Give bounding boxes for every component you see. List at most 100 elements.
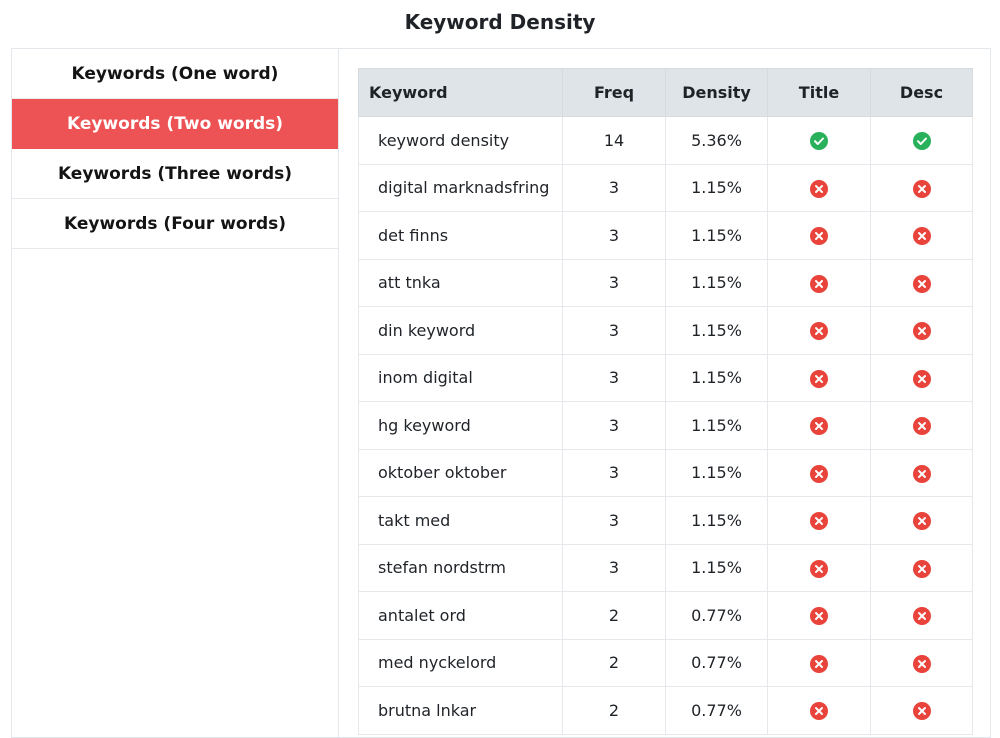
x-circle-icon — [810, 607, 828, 625]
density-cell: 5.36% — [665, 116, 768, 165]
density-cell: 1.15% — [665, 258, 768, 307]
density-cell: 1.15% — [665, 306, 768, 355]
x-circle-icon — [912, 654, 931, 673]
freq-cell: 3 — [562, 163, 666, 212]
check-circle-icon — [912, 132, 931, 150]
keyword-cell: stefan nordstrm — [358, 543, 563, 592]
keyword-density-panel: Keywords (One word) Keywords (Two words)… — [11, 48, 991, 738]
keyword-cell: antalet ord — [358, 591, 563, 640]
tab-three-words[interactable]: Keywords (Three words) — [12, 149, 338, 199]
x-circle-icon — [912, 512, 931, 530]
column-header-density[interactable]: Density — [665, 68, 768, 117]
x-circle-icon — [810, 274, 828, 293]
keyword-table-container: Keyword Freq Density Title Desc keyword … — [358, 68, 973, 735]
x-circle-icon — [810, 179, 828, 198]
title-cell — [767, 211, 871, 260]
title-cell — [767, 116, 871, 165]
column-header-freq[interactable]: Freq — [562, 68, 666, 117]
x-circle-icon — [810, 227, 828, 245]
x-circle-icon — [912, 702, 931, 720]
keyword-cell: din keyword — [358, 306, 563, 355]
x-circle-icon — [810, 702, 828, 720]
desc-cell — [870, 116, 973, 165]
density-cell: 1.15% — [665, 543, 768, 592]
title-cell — [767, 686, 871, 735]
keyword-cell: oktober oktober — [358, 448, 563, 497]
x-circle-icon — [912, 607, 931, 625]
title-cell — [767, 401, 871, 450]
title-cell — [767, 638, 871, 687]
table-row: digital marknadsfring 3 1.15% — [358, 163, 973, 212]
x-circle-icon — [810, 512, 828, 530]
page-title: Keyword Density — [404, 10, 596, 34]
table-row: takt med 3 1.15% — [358, 496, 973, 545]
keyword-cell: brutna lnkar — [358, 686, 563, 735]
table-row: hg keyword 3 1.15% — [358, 401, 973, 450]
column-header-keyword[interactable]: Keyword — [358, 68, 563, 117]
column-header-title[interactable]: Title — [767, 68, 871, 117]
title-cell — [767, 163, 871, 212]
freq-cell: 3 — [562, 258, 666, 307]
desc-cell — [870, 306, 973, 355]
density-cell: 1.15% — [665, 353, 768, 402]
tab-four-words[interactable]: Keywords (Four words) — [12, 199, 338, 249]
table-row: brutna lnkar 2 0.77% — [358, 686, 973, 735]
title-cell — [767, 258, 871, 307]
density-cell: 1.15% — [665, 448, 768, 497]
x-circle-icon — [912, 274, 931, 293]
freq-cell: 3 — [562, 211, 666, 260]
desc-cell — [870, 638, 973, 687]
density-cell: 1.15% — [665, 496, 768, 545]
keyword-cell: hg keyword — [358, 401, 563, 450]
title-cell — [767, 306, 871, 355]
check-circle-icon — [810, 132, 828, 150]
column-header-desc[interactable]: Desc — [870, 68, 973, 117]
table-header-row: Keyword Freq Density Title Desc — [358, 68, 973, 117]
x-circle-icon — [810, 464, 828, 483]
desc-cell — [870, 496, 973, 545]
density-cell: 0.77% — [665, 638, 768, 687]
density-cell: 1.15% — [665, 211, 768, 260]
table-row: keyword density 14 5.36% — [358, 116, 973, 165]
tab-one-word[interactable]: Keywords (One word) — [12, 49, 338, 99]
density-cell: 1.15% — [665, 163, 768, 212]
x-circle-icon — [912, 559, 931, 578]
table-row: din keyword 3 1.15% — [358, 306, 973, 355]
keyword-cell: takt med — [358, 496, 563, 545]
keyword-cell: inom digital — [358, 353, 563, 402]
x-circle-icon — [810, 369, 828, 388]
desc-cell — [870, 353, 973, 402]
table-row: med nyckelord 2 0.77% — [358, 638, 973, 687]
keyword-cell: det finns — [358, 211, 563, 260]
freq-cell: 3 — [562, 448, 666, 497]
x-circle-icon — [912, 369, 931, 388]
table-row: oktober oktober 3 1.15% — [358, 448, 973, 497]
table-row: att tnka 3 1.15% — [358, 258, 973, 307]
desc-cell — [870, 211, 973, 260]
freq-cell: 3 — [562, 306, 666, 355]
freq-cell: 14 — [562, 116, 666, 165]
keyword-cell: keyword density — [358, 116, 563, 165]
x-circle-icon — [810, 559, 828, 578]
x-circle-icon — [810, 654, 828, 673]
table-row: antalet ord 2 0.77% — [358, 591, 973, 640]
table-row: stefan nordstrm 3 1.15% — [358, 543, 973, 592]
desc-cell — [870, 543, 973, 592]
keyword-table: Keyword Freq Density Title Desc keyword … — [358, 68, 973, 735]
freq-cell: 3 — [562, 496, 666, 545]
tab-two-words[interactable]: Keywords (Two words) — [12, 99, 338, 149]
density-cell: 0.77% — [665, 686, 768, 735]
keyword-cell: digital marknadsfring — [358, 163, 563, 212]
x-circle-icon — [912, 464, 931, 483]
x-circle-icon — [912, 417, 931, 435]
freq-cell: 3 — [562, 401, 666, 450]
freq-cell: 2 — [562, 638, 666, 687]
desc-cell — [870, 258, 973, 307]
density-cell: 1.15% — [665, 401, 768, 450]
keyword-cell: att tnka — [358, 258, 563, 307]
desc-cell — [870, 401, 973, 450]
table-row: inom digital 3 1.15% — [358, 353, 973, 402]
freq-cell: 3 — [562, 543, 666, 592]
x-circle-icon — [912, 179, 931, 198]
title-cell — [767, 448, 871, 497]
